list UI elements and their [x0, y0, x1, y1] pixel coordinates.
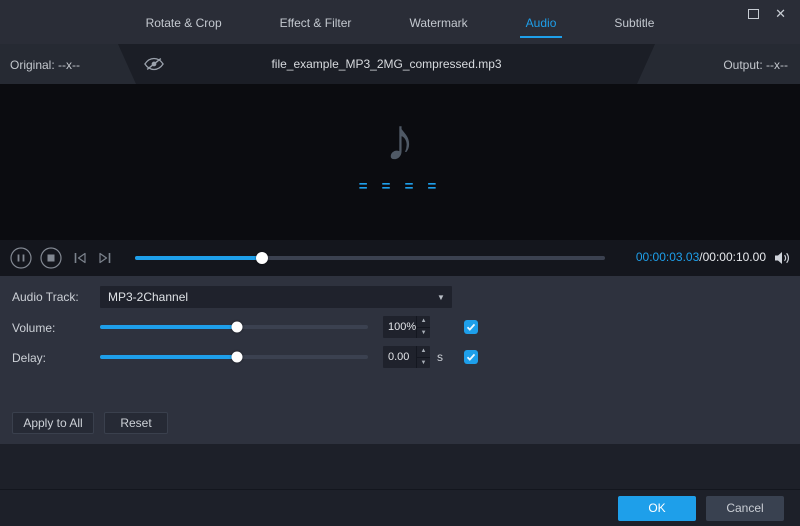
time-display: 00:00:03.03/00:00:10.00	[636, 250, 766, 264]
cancel-button[interactable]: Cancel	[706, 495, 784, 521]
delay-unit-label: s	[437, 350, 443, 364]
delay-spin-up-icon[interactable]: ▲	[417, 346, 430, 358]
tab-bar: Rotate & Crop Effect & Filter Watermark …	[0, 0, 800, 44]
delay-label: Delay:	[12, 351, 47, 365]
next-frame-button[interactable]	[98, 252, 112, 264]
preview-area: ♪ = = = =	[0, 84, 800, 240]
tab-rotate-crop[interactable]: Rotate & Crop	[144, 14, 224, 38]
time-total: /00:00:10.00	[699, 250, 766, 264]
prev-frame-button[interactable]	[73, 252, 87, 264]
reset-button[interactable]: Reset	[104, 412, 168, 434]
seek-slider[interactable]	[135, 252, 605, 264]
volume-spin-up-icon[interactable]: ▲	[417, 316, 430, 328]
tab-subtitle[interactable]: Subtitle	[612, 14, 656, 38]
window-controls: ✕	[748, 7, 786, 20]
volume-apply-all-toggle[interactable]	[463, 319, 479, 340]
original-resolution-label: Original: --x--	[10, 58, 81, 72]
ok-button[interactable]: OK	[618, 495, 696, 521]
close-icon[interactable]: ✕	[775, 7, 786, 20]
delay-apply-all-toggle[interactable]	[463, 349, 479, 370]
delay-thumb[interactable]	[231, 351, 243, 363]
volume-fill	[100, 325, 237, 329]
maximize-icon[interactable]	[748, 8, 760, 19]
chevron-down-icon: ▼	[437, 292, 445, 302]
file-title: file_example_MP3_2MG_compressed.mp3	[271, 57, 502, 71]
stop-button[interactable]	[40, 247, 62, 269]
speaker-icon	[775, 252, 789, 264]
next-frame-icon	[99, 252, 111, 264]
volume-value: 100%	[388, 321, 417, 333]
audio-editor-window: Rotate & Crop Effect & Filter Watermark …	[0, 0, 800, 526]
tab-effect-filter[interactable]: Effect & Filter	[278, 14, 354, 38]
volume-spinner: ▲ ▼	[416, 316, 430, 338]
delay-apply-all-icon	[464, 350, 478, 364]
seek-fill	[135, 256, 262, 260]
music-note-icon: ♪	[385, 106, 415, 173]
audio-track-label: Audio Track:	[12, 290, 79, 304]
delay-input[interactable]: 0.00 ▲ ▼	[383, 346, 430, 368]
audio-track-value: MP3-2Channel	[108, 290, 189, 304]
volume-thumb[interactable]	[231, 321, 243, 333]
loading-indicator: = = = =	[358, 178, 442, 195]
prev-frame-icon	[74, 252, 86, 264]
tab-watermark[interactable]: Watermark	[407, 14, 469, 38]
audio-settings-panel: Audio Track: MP3-2Channel ▼ Volume: 100%…	[0, 276, 800, 444]
volume-mute-button[interactable]	[774, 251, 790, 270]
tab-audio[interactable]: Audio	[519, 14, 563, 38]
stop-icon	[40, 247, 62, 269]
output-resolution-label: Output: --x--	[723, 58, 788, 72]
seek-thumb[interactable]	[255, 252, 268, 264]
apply-to-all-button[interactable]: Apply to All	[12, 412, 94, 434]
delay-spinner: ▲ ▼	[416, 346, 430, 368]
volume-label: Volume:	[12, 321, 56, 335]
pause-icon	[10, 247, 32, 269]
volume-slider[interactable]	[100, 321, 368, 333]
delay-slider[interactable]	[100, 351, 368, 363]
footer-button-bar: OK Cancel	[0, 489, 800, 526]
volume-spin-down-icon[interactable]: ▼	[417, 328, 430, 339]
footer: OK Cancel	[0, 444, 800, 526]
info-bar: Original: --x-- file_example_MP3_2MG_com…	[0, 44, 800, 84]
audio-track-select[interactable]: MP3-2Channel ▼	[100, 286, 452, 308]
delay-value: 0.00	[388, 351, 410, 363]
pause-button[interactable]	[10, 247, 32, 269]
filename-plate: file_example_MP3_2MG_compressed.mp3	[118, 44, 655, 84]
delay-spin-down-icon[interactable]: ▼	[417, 358, 430, 369]
volume-apply-all-icon	[464, 320, 478, 334]
volume-input[interactable]: 100% ▲ ▼	[383, 316, 430, 338]
delay-fill	[100, 355, 237, 359]
player-bar: 00:00:03.03/00:00:10.00	[0, 240, 800, 276]
time-current: 00:00:03.03	[635, 250, 700, 264]
